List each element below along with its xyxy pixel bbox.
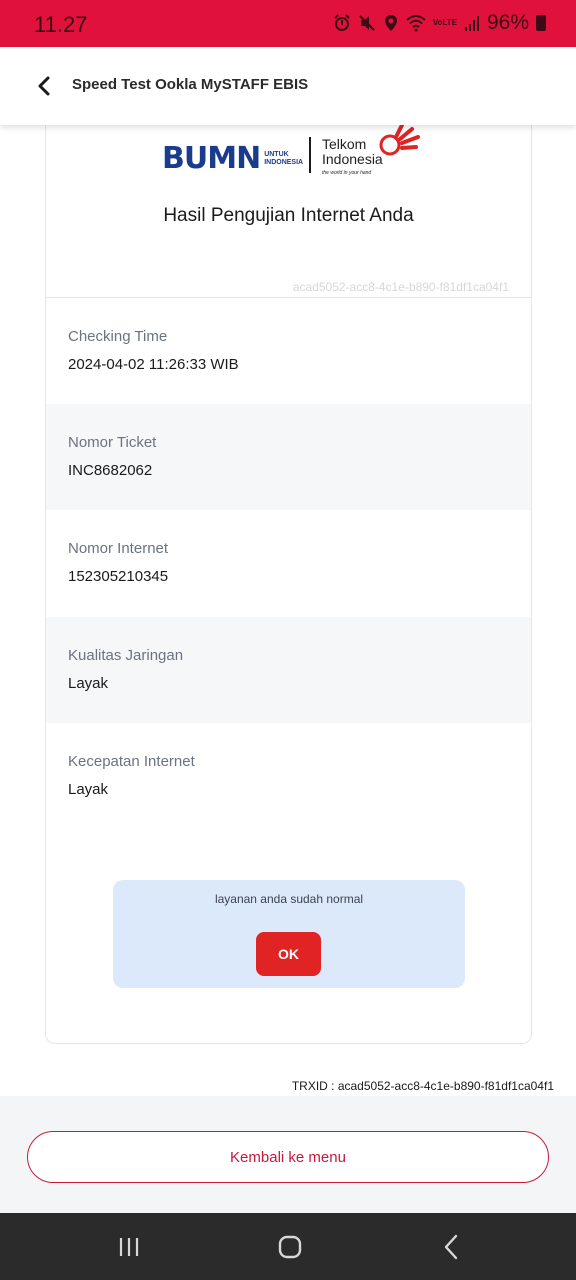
row-value: INC8682062: [68, 462, 153, 479]
row-value: 152305210345: [68, 568, 169, 585]
signal-icon: [464, 16, 479, 31]
result-title: Hasil Pengujian Internet Anda: [163, 205, 414, 226]
back-to-menu-button[interactable]: Kembali ke menu: [27, 1131, 549, 1183]
partner-logos: BUMN UNTUK INDONESIA Telkom Indonesia th…: [162, 123, 422, 185]
app-header: Speed Test Ookla MySTAFF EBIS: [0, 47, 576, 125]
location-icon: [384, 15, 397, 31]
recent-apps-icon[interactable]: [114, 1232, 144, 1262]
bumn-subtitle: UNTUK INDONESIA: [264, 150, 304, 166]
row-label: Kecepatan Internet: [68, 753, 195, 770]
footer: Kembali ke menu: [0, 1096, 576, 1213]
bumn-logo: BUMN UNTUK INDONESIA: [162, 141, 303, 176]
row-label: Kualitas Jaringan: [68, 647, 184, 664]
status-icons: VoLTE 96%: [333, 11, 546, 35]
result-card: BUMN UNTUK INDONESIA Telkom Indonesia th…: [45, 100, 532, 1044]
row-value: Layak: [68, 675, 109, 692]
row-label: Nomor Internet: [68, 540, 169, 557]
row-nomor-ticket: Nomor Ticket INC8682062: [46, 404, 531, 510]
row-nomor-internet: Nomor Internet 152305210345: [46, 510, 531, 616]
battery-percent: 96%: [486, 11, 529, 34]
telkom-mark-icon: [379, 123, 420, 156]
battery-icon: [536, 15, 546, 31]
wifi-icon: [406, 15, 426, 32]
row-checking-time: Checking Time 2024-04-02 11:26:33 WIB: [46, 298, 531, 404]
row-kualitas-jaringan: Kualitas Jaringan Layak: [46, 617, 531, 723]
chevron-left-icon[interactable]: [34, 75, 56, 97]
row-value: 2024-04-02 11:26:33 WIB: [68, 356, 239, 373]
system-nav-bar: [0, 1213, 576, 1280]
home-icon[interactable]: [275, 1232, 305, 1262]
status-notice: layanan anda sudah normal OK: [113, 880, 465, 988]
page-title: Speed Test Ookla MySTAFF EBIS: [72, 76, 309, 93]
alarm-icon: [334, 14, 350, 31]
logo-divider: [309, 137, 311, 173]
trxid-label: TRXID : acad5052-acc8-4c1e-b890-f81df1ca…: [291, 1079, 554, 1093]
row-label: Nomor Ticket: [68, 434, 157, 451]
row-label: Checking Time: [68, 328, 168, 345]
bumn-wordmark: BUMN: [162, 141, 261, 176]
result-id: acad5052-acc8-4c1e-b890-f81df1ca04f1: [292, 280, 509, 294]
mute-icon: [359, 15, 375, 31]
back-icon[interactable]: [437, 1232, 467, 1262]
telkom-logo: Telkom Indonesia the world in your hand: [322, 136, 383, 177]
status-bar: 11.27 VoLTE 96%: [0, 0, 576, 47]
notice-message: layanan anda sudah normal: [214, 892, 364, 906]
ok-button[interactable]: OK: [256, 932, 321, 976]
row-kecepatan-internet: Kecepatan Internet Layak: [46, 723, 531, 829]
status-time: 11.27: [34, 12, 88, 37]
volte-icon: VoLTE: [432, 18, 457, 27]
row-value: Layak: [68, 781, 109, 798]
